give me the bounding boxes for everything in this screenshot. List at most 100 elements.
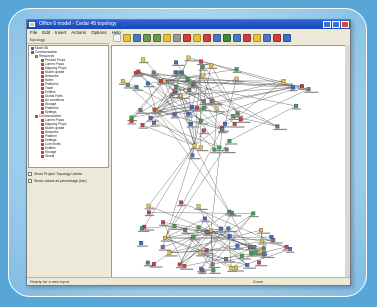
graph-node[interactable] [202,216,207,221]
grid-icon[interactable] [213,33,221,42]
graph-node[interactable] [138,108,143,113]
filter-icon[interactable] [203,33,211,42]
graph-node[interactable] [294,103,299,108]
graph-node[interactable] [204,248,209,253]
graph-node[interactable] [227,138,232,143]
checkbox[interactable] [28,178,32,183]
undo-icon[interactable] [143,33,151,42]
help-icon[interactable] [283,33,291,42]
graph-node[interactable] [179,70,184,75]
graph-node[interactable] [235,243,240,248]
graph-node[interactable] [214,106,219,111]
graph-node[interactable] [139,241,144,245]
graph-node[interactable] [202,105,207,110]
export-icon[interactable] [243,33,251,42]
graph-node[interactable] [201,128,206,133]
graph-node[interactable] [129,118,134,123]
graph-node[interactable] [217,145,222,150]
node-icon[interactable] [183,33,191,42]
graph-node[interactable] [209,63,214,68]
graph-node[interactable] [187,88,192,93]
graph-node[interactable] [179,200,184,205]
graph-node[interactable] [220,127,225,132]
menu-edit[interactable]: Edit [42,29,50,36]
pointer-icon[interactable] [173,33,181,42]
open-icon[interactable] [123,33,131,42]
graph-node[interactable] [120,79,125,84]
graph-node[interactable] [172,112,177,117]
graph-node[interactable] [201,99,206,104]
graph-node[interactable] [160,245,165,249]
graph-node[interactable] [148,115,153,120]
graph-node[interactable] [158,79,163,83]
graph-node[interactable] [209,98,214,103]
menu-insert[interactable]: Insert [55,29,66,36]
graph-node[interactable] [198,118,203,123]
graph-node[interactable] [253,250,258,255]
graph-node[interactable] [200,73,205,78]
graph-node[interactable] [183,228,188,233]
graph-node[interactable] [198,250,203,255]
menu-actions[interactable]: Actions [71,29,86,36]
graph-node[interactable] [223,257,228,262]
graph-node[interactable] [192,143,197,148]
graph-node[interactable] [174,84,179,89]
graph-node[interactable] [146,203,151,208]
graph-node[interactable] [174,60,178,65]
graph-node[interactable] [152,121,156,125]
close-button[interactable] [341,21,349,28]
graph-node[interactable] [198,59,203,64]
graph-node[interactable] [238,117,243,122]
graph-node[interactable] [129,115,134,120]
option-show-percentage[interactable]: Show values as percentage (bar) [28,177,109,184]
pencil-icon[interactable] [163,33,171,42]
topology-tree[interactable]: Model 80 Communication Resources Product Pr… [28,45,109,168]
graph-node[interactable] [176,70,181,75]
graph-node[interactable] [136,69,141,74]
graph-node[interactable] [185,77,190,82]
new-icon[interactable] [113,33,121,42]
checkbox[interactable] [28,171,32,176]
graph-node[interactable] [145,260,150,265]
graph-node[interactable] [200,65,205,70]
graph-node[interactable] [139,226,144,231]
graph-node[interactable] [210,262,215,267]
graph-node[interactable] [195,105,200,110]
vertical-scrollbar[interactable] [345,45,350,278]
menu-file[interactable]: File [30,29,37,36]
maximize-button[interactable] [332,21,340,28]
menu-options[interactable]: Options [91,29,107,36]
graph-node[interactable] [291,85,296,90]
minimize-button[interactable] [323,21,331,28]
graph-node[interactable] [233,265,238,270]
graph-node[interactable] [281,79,286,84]
back-icon[interactable] [273,33,281,42]
graph-node[interactable] [189,105,194,110]
graph-node[interactable] [229,210,234,215]
zoom-icon[interactable] [253,33,261,42]
graph-node[interactable] [145,81,150,86]
graph-node[interactable] [269,235,274,239]
graph-node[interactable] [229,266,234,271]
graph-node[interactable] [284,244,289,249]
graph-canvas[interactable] [111,45,347,278]
graph-node[interactable] [200,268,205,273]
graph-node[interactable] [198,145,203,150]
graph-node[interactable] [226,226,231,231]
graph-node[interactable] [260,238,265,243]
graph-node[interactable] [140,123,145,127]
graph-node[interactable] [141,57,146,62]
graph-node[interactable] [252,245,257,249]
graph-node[interactable] [186,111,191,116]
graph-node[interactable] [262,252,267,257]
graph-node[interactable] [227,233,232,238]
layout-icon[interactable] [223,33,231,42]
save-icon[interactable] [133,33,141,42]
chart-icon[interactable] [233,33,241,42]
graph-node[interactable] [152,107,157,112]
link-icon[interactable] [193,33,201,42]
graph-node[interactable] [186,55,191,60]
graph-node[interactable] [208,228,213,233]
graph-node[interactable] [161,220,166,225]
graph-node[interactable] [261,246,266,251]
